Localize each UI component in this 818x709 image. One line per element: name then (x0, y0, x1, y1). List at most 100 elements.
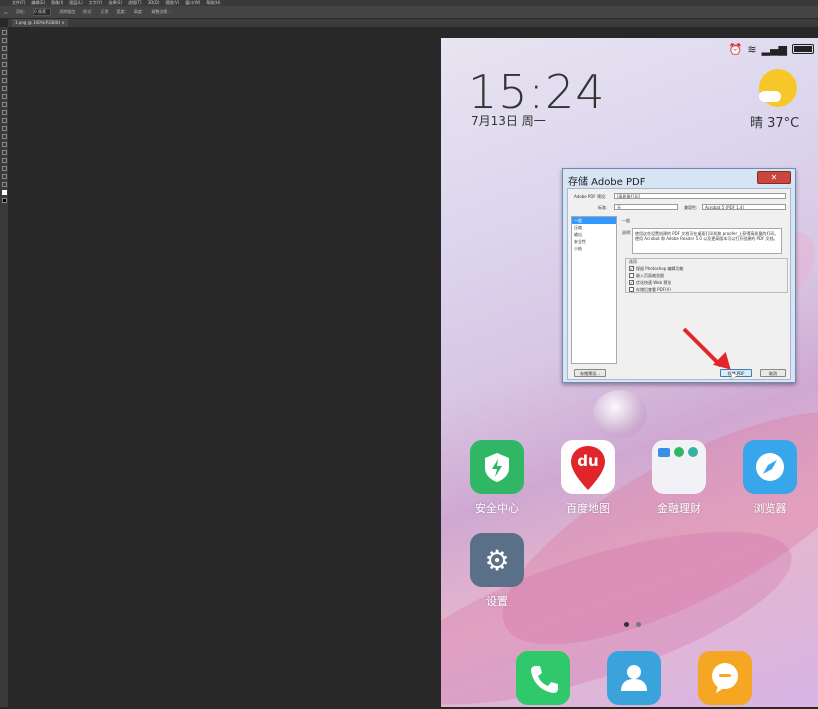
app-label: 安全中心 (475, 502, 519, 515)
eyedropper-tool-icon[interactable] (1, 70, 7, 75)
app-browser[interactable]: 浏览器 (743, 440, 797, 516)
save-preset-button[interactable]: 存储预设... (574, 369, 606, 377)
options-group: 选项 ✓ 保留 Photoshop 编辑功能 嵌入页面缩览图 ✓ 优化快速 We… (625, 258, 788, 293)
page-dot[interactable] (636, 622, 641, 627)
section-output[interactable]: 输出 (572, 231, 616, 238)
height-label: 高度: (133, 9, 144, 14)
lasso-tool-icon[interactable] (1, 46, 7, 51)
eraser-tool-icon[interactable] (1, 110, 7, 115)
dock-phone[interactable] (516, 651, 570, 705)
move-tool-icon[interactable] (1, 30, 7, 35)
checkbox[interactable]: ✓ (629, 280, 634, 285)
style-label: 样式: (83, 9, 93, 14)
checkbox-row[interactable]: ✓ 优化快速 Web 预览 (629, 279, 787, 286)
water-droplet (593, 390, 647, 438)
clock-date: 7月13日 周一 (471, 114, 546, 128)
section-heading: 一般 (622, 218, 630, 223)
app-security-center[interactable]: 安全中心 (470, 440, 524, 516)
app-label: 设置 (486, 595, 508, 608)
status-bar: ⏰ ≋ ▂▄▆ (729, 42, 818, 56)
baidu-logo-text: du (577, 452, 599, 470)
finance-icon (652, 440, 706, 494)
app-baidu-map[interactable]: du 百度地图 (561, 440, 615, 516)
dodge-tool-icon[interactable] (1, 134, 7, 139)
quick-select-tool-icon[interactable] (1, 54, 7, 59)
path-select-tool-icon[interactable] (1, 158, 7, 163)
brush-tool-icon[interactable] (1, 86, 7, 91)
stamp-tool-icon[interactable] (1, 94, 7, 99)
dock-messages[interactable] (698, 651, 752, 705)
feather-label: 羽化: (15, 9, 26, 14)
options-heading: 选项 (629, 259, 637, 264)
contacts-icon (607, 651, 661, 705)
cancel-button[interactable]: 取消 (760, 369, 786, 377)
app-settings[interactable]: ⚙ 设置 (470, 533, 524, 609)
preset-select[interactable]: [高质量打印] (614, 193, 786, 199)
foreground-color-swatch[interactable] (1, 190, 7, 195)
save-adobe-pdf-dialog: 存储 Adobe PDF ✕ Adobe PDF 预设: [高质量打印] 标准:… (562, 168, 796, 383)
document-tab-bar: 1.png @ 100%(RGB/8) × (8, 19, 818, 27)
feather-input[interactable]: 0 像素 (33, 8, 52, 16)
gradient-tool-icon[interactable] (1, 118, 7, 123)
app-label: 金融理财 (657, 502, 701, 515)
healing-tool-icon[interactable] (1, 78, 7, 83)
messages-icon (698, 651, 752, 705)
baidu-map-icon: du (561, 440, 615, 494)
zoom-tool-icon[interactable] (1, 182, 7, 187)
width-label: 宽度: (116, 9, 126, 14)
signal-icon: ▂▄▆ (761, 42, 787, 56)
app-finance[interactable]: 金融理财 (652, 440, 706, 516)
shield-bolt-icon (470, 440, 524, 494)
type-tool-icon[interactable] (1, 150, 7, 155)
cloud-icon (759, 91, 781, 102)
standard-label: 标准: (598, 205, 608, 210)
page-indicator (624, 622, 641, 627)
options-bar: ▭ 羽化: 0 像素 消除锯齿 样式: 正常 宽度: 高度: 调整边缘... (0, 6, 818, 19)
section-general[interactable]: 一般 (572, 217, 616, 224)
weather-text: 晴 37°C (750, 116, 800, 131)
antialias-option[interactable]: 消除锯齿 (59, 9, 75, 15)
hand-tool-icon[interactable] (1, 174, 7, 179)
checkbox-label: 嵌入页面缩览图 (636, 272, 664, 278)
crop-tool-icon[interactable] (1, 62, 7, 67)
page-dot[interactable] (624, 622, 629, 627)
checkbox[interactable]: ✓ (629, 266, 634, 271)
close-icon[interactable]: ✕ (757, 171, 791, 184)
style-select[interactable]: 正常 (101, 9, 109, 15)
battery-icon (792, 44, 814, 54)
pen-tool-icon[interactable] (1, 142, 7, 147)
history-brush-tool-icon[interactable] (1, 102, 7, 107)
description-label: 说明: (622, 230, 632, 235)
refine-edge-button[interactable]: 调整边缘... (151, 9, 171, 15)
checkbox-row[interactable]: 存储后查看 PDF(V) (629, 286, 787, 293)
document-tab[interactable]: 1.png @ 100%(RGB/8) × (12, 19, 68, 27)
dialog-body: Adobe PDF 预设: [高质量打印] 标准: 无 兼容性: Acrobat… (567, 188, 791, 380)
section-compression[interactable]: 压缩 (572, 224, 616, 231)
browser-icon (743, 440, 797, 494)
checkbox-label: 保留 Photoshop 编辑功能 (636, 265, 684, 271)
checkbox-label: 存储后查看 PDF(V) (636, 286, 671, 292)
dock-contacts[interactable] (607, 651, 661, 705)
gear-icon: ⚙ (470, 533, 524, 587)
checkbox[interactable] (629, 273, 634, 278)
section-list: 一般 压缩 输出 安全性 小结 (571, 216, 617, 364)
checkbox-label: 优化快速 Web 预览 (636, 279, 672, 285)
section-security[interactable]: 安全性 (572, 238, 616, 245)
background-color-swatch[interactable] (1, 198, 7, 203)
app-label: 浏览器 (753, 502, 787, 515)
section-summary[interactable]: 小结 (572, 245, 616, 252)
marquee-tool-icon[interactable] (1, 38, 7, 43)
wifi-icon: ≋ (747, 42, 757, 56)
checkbox[interactable] (629, 287, 634, 292)
shape-tool-icon[interactable] (1, 166, 7, 171)
marquee-tool-icon[interactable]: ▭ (4, 10, 8, 15)
checkbox-row[interactable]: ✓ 保留 Photoshop 编辑功能 (629, 265, 787, 272)
checkbox-row[interactable]: 嵌入页面缩览图 (629, 272, 787, 279)
alarm-icon: ⏰ (728, 42, 743, 56)
compatibility-label: 兼容性: (684, 205, 698, 210)
description-text: 使用这些设置创建的 PDF 文档可在桌面打印机和 proofer 上获得高质量的… (632, 228, 782, 254)
standard-select[interactable]: 无 (614, 204, 678, 210)
blur-tool-icon[interactable] (1, 126, 7, 131)
tools-panel (0, 27, 8, 707)
compatibility-select[interactable]: Acrobat 5 (PDF 1.4) (702, 204, 786, 210)
